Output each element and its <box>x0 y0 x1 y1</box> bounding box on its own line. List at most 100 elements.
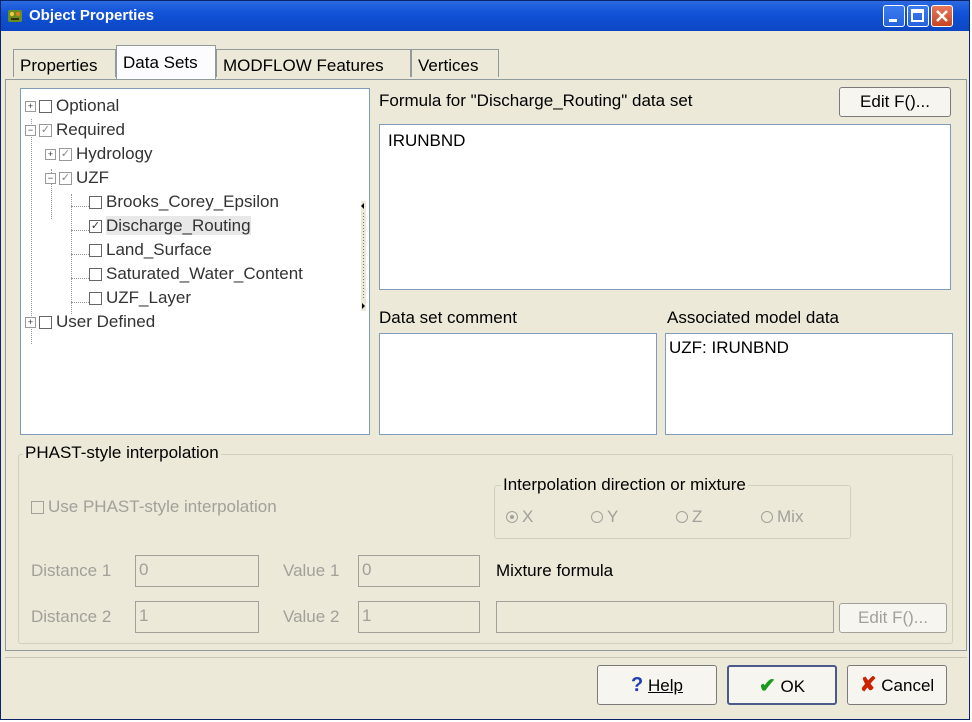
tree-checkbox-checked[interactable]: ✓ <box>59 172 72 186</box>
ok-label: OK <box>780 677 806 696</box>
tree-line <box>71 206 89 207</box>
phast-group-label: PHAST-style interpolation <box>23 443 221 463</box>
radio-button[interactable] <box>591 510 603 523</box>
tree-item-label: Optional <box>56 96 120 115</box>
tree-line <box>71 302 89 303</box>
formula-heading: Formula for "Discharge_Routing" data set <box>379 91 693 110</box>
tree-checkbox-checked[interactable]: ✓ <box>59 148 72 162</box>
comment-heading: Data set comment <box>379 308 517 327</box>
tree-item-optional[interactable]: + Optional <box>25 94 119 118</box>
tree-checkbox[interactable] <box>39 316 52 330</box>
tab-label: Data Sets <box>123 53 198 72</box>
tree-item-land-surface[interactable]: Land_Surface <box>89 238 212 262</box>
associated-heading: Associated model data <box>667 308 839 327</box>
tree-item-uzf-layer[interactable]: UZF_Layer <box>89 286 191 310</box>
comment-textarea[interactable] <box>379 333 657 435</box>
distance1-label: Distance 1 <box>31 561 112 580</box>
title-bar[interactable]: Object Properties <box>1 1 969 31</box>
collapse-icon[interactable]: − <box>25 125 36 137</box>
help-icon: ? <box>631 674 644 696</box>
maximize-button[interactable] <box>907 5 929 27</box>
tree-item-label: UZF_Layer <box>106 288 192 307</box>
value1-field[interactable]: 0 <box>358 555 480 587</box>
tab-label: MODFLOW Features <box>223 56 384 75</box>
radio-label: X <box>522 507 534 526</box>
distance2-field[interactable]: 1 <box>135 601 259 633</box>
mixture-formula-field[interactable] <box>496 601 834 633</box>
help-button[interactable]: ? Help <box>597 665 717 705</box>
radio-button[interactable] <box>506 510 518 523</box>
tab-vertices[interactable]: Vertices <box>411 49 499 77</box>
object-properties-window: Object Properties Properties Data Sets M… <box>0 0 970 720</box>
tree-checkbox[interactable] <box>89 244 102 258</box>
formula-editor[interactable]: IRUNBND <box>379 124 951 290</box>
associated-model-data: UZF: IRUNBND <box>665 333 953 435</box>
tree-item-label: Land_Surface <box>106 240 212 259</box>
tree-item-saturated-water-content[interactable]: Saturated_Water_Content <box>89 262 303 286</box>
tree-item-label: Brooks_Corey_Epsilon <box>106 192 279 211</box>
tree-item-label: Discharge_Routing <box>106 216 251 235</box>
help-label: Help <box>647 676 683 695</box>
tree-item-label: UZF <box>76 168 110 187</box>
distance1-field[interactable]: 0 <box>135 555 259 587</box>
expand-icon[interactable]: + <box>25 317 36 329</box>
window-title: Object Properties <box>29 7 155 24</box>
tree-checkbox-checked[interactable]: ✓ <box>89 220 102 234</box>
tab-modflow-features[interactable]: MODFLOW Features <box>216 49 411 77</box>
check-icon: ✔ <box>758 675 776 697</box>
tab-label: Properties <box>20 56 98 75</box>
x-icon: ✘ <box>859 674 877 696</box>
radio-label: Mix <box>777 507 804 526</box>
use-phast-checkbox[interactable]: Use PHAST-style interpolation <box>31 497 277 517</box>
tree-item-label: User Defined <box>56 312 156 331</box>
tree-item-hydrology[interactable]: + ✓ Hydrology <box>45 142 153 166</box>
tree-item-uzf[interactable]: − ✓ UZF <box>45 166 109 190</box>
value2-label: Value 2 <box>283 607 340 626</box>
value2-field[interactable]: 1 <box>358 601 480 633</box>
expand-icon[interactable]: + <box>25 101 36 113</box>
app-icon <box>8 10 22 22</box>
checkbox-box[interactable] <box>31 501 44 515</box>
radio-z[interactable]: Z <box>676 507 702 527</box>
radio-x[interactable]: X <box>506 507 533 527</box>
mixture-edit-formula-button[interactable]: Edit F()... <box>839 603 947 633</box>
tree-checkbox-checked[interactable]: ✓ <box>39 124 52 138</box>
minimize-icon <box>889 19 897 22</box>
tree-line <box>71 278 89 279</box>
radio-y[interactable]: Y <box>591 507 618 527</box>
cancel-button[interactable]: ✘ Cancel <box>847 665 947 705</box>
maximize-icon <box>911 9 924 22</box>
tree-checkbox[interactable] <box>89 268 102 282</box>
tab-properties[interactable]: Properties <box>13 49 116 77</box>
collapse-icon[interactable]: − <box>45 173 56 185</box>
tab-label: Vertices <box>418 56 479 75</box>
radio-button[interactable] <box>676 510 688 523</box>
tree-item-user-defined[interactable]: + User Defined <box>25 310 155 334</box>
tree-checkbox[interactable] <box>89 196 102 210</box>
tab-data-sets[interactable]: Data Sets <box>116 45 216 79</box>
radio-button[interactable] <box>761 510 773 523</box>
interpolation-direction-label: Interpolation direction or mixture <box>501 475 748 495</box>
tree-checkbox[interactable] <box>89 292 102 306</box>
minimize-button[interactable] <box>883 5 905 27</box>
expand-icon[interactable]: + <box>45 149 56 161</box>
tree-item-required[interactable]: − ✓ Required <box>25 118 125 142</box>
radio-mix[interactable]: Mix <box>761 507 803 527</box>
distance2-label: Distance 2 <box>31 607 112 626</box>
checkbox-label: Use PHAST-style interpolation <box>48 497 277 516</box>
tree-line <box>71 254 89 255</box>
edit-formula-button[interactable]: Edit F()... <box>839 87 951 117</box>
close-icon <box>936 10 948 22</box>
radio-label: Y <box>607 507 619 526</box>
ok-button[interactable]: ✔ OK <box>727 665 837 705</box>
tree-item-brooks-corey-epsilon[interactable]: Brooks_Corey_Epsilon <box>89 190 279 214</box>
radio-label: Z <box>692 507 703 526</box>
tree-item-discharge-routing[interactable]: ✓ Discharge_Routing <box>89 214 251 238</box>
splitter-handle[interactable] <box>361 201 366 311</box>
mixture-formula-label: Mixture formula <box>496 561 614 580</box>
tree-checkbox[interactable] <box>39 100 52 114</box>
close-button[interactable] <box>931 5 953 27</box>
tree-item-label: Hydrology <box>76 144 153 163</box>
data-set-tree[interactable]: + Optional − ✓ Required + ✓ Hydrology − ✓ UZF B… <box>20 88 370 435</box>
cancel-label: Cancel <box>881 676 935 695</box>
